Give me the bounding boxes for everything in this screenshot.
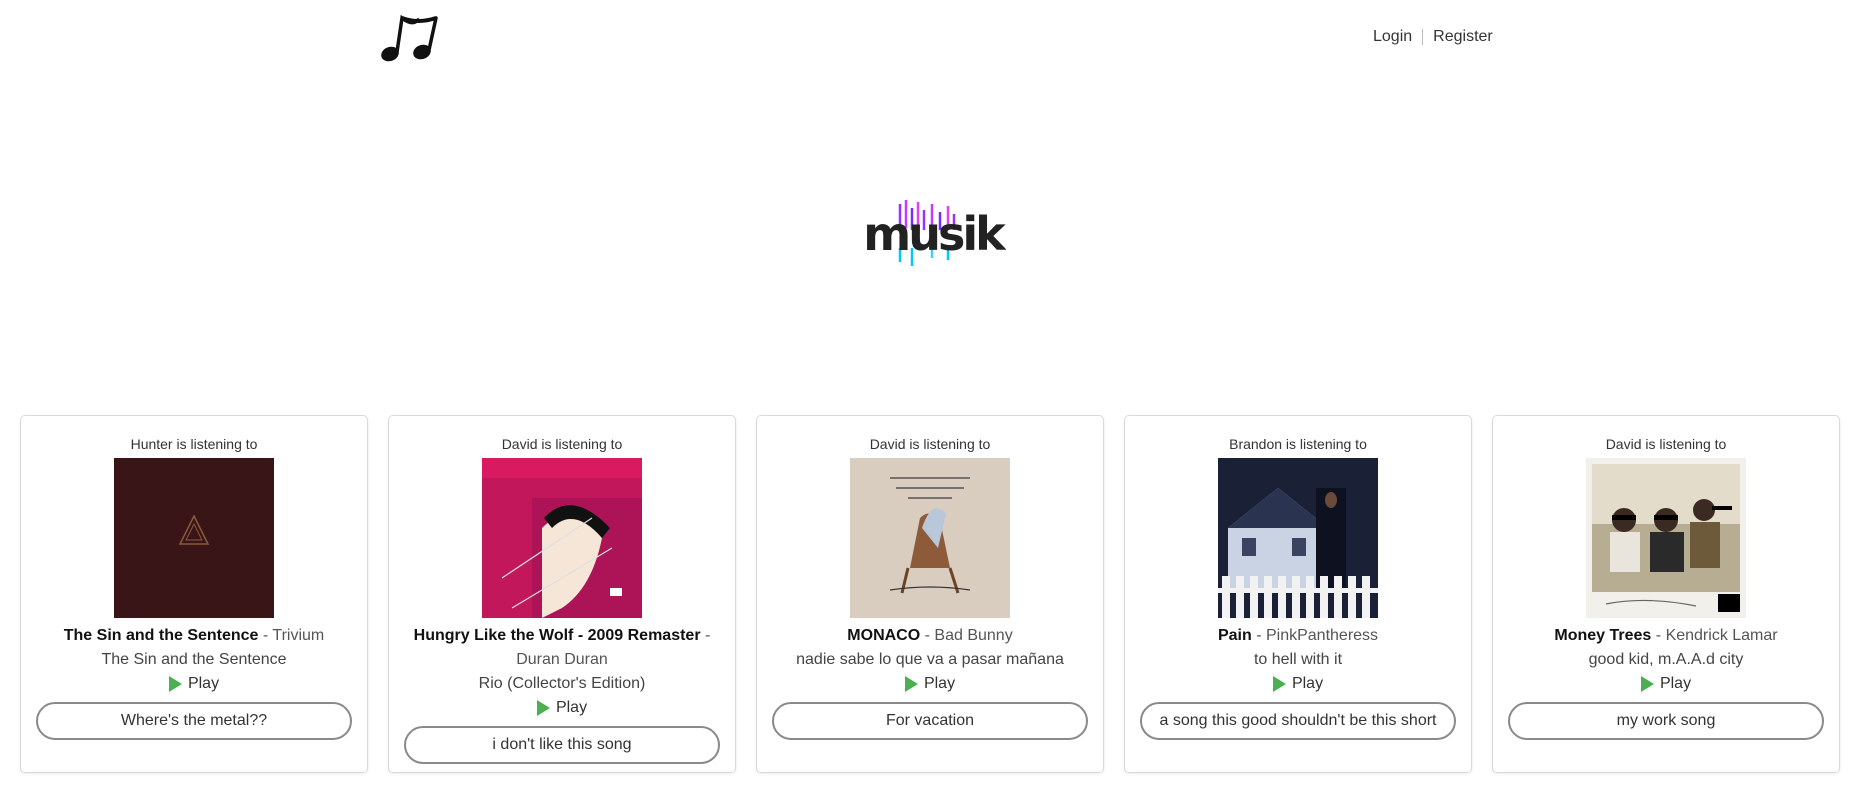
play-label: Play: [1659, 675, 1692, 692]
play-icon: [536, 700, 550, 716]
play-button[interactable]: Play: [168, 672, 220, 696]
play-icon: [168, 676, 182, 692]
song-title: MONACO: [847, 627, 921, 644]
login-link[interactable]: Login: [1373, 28, 1412, 46]
artist-name: Trivium: [272, 627, 325, 644]
play-label: Play: [923, 675, 956, 692]
song-title: Pain: [1217, 627, 1252, 644]
listening-user: David is listening to: [869, 436, 991, 452]
play-button[interactable]: Play: [1272, 672, 1324, 696]
play-button[interactable]: Play: [536, 696, 588, 720]
feed-cards: Hunter is listening to The Sin and the S…: [20, 415, 1842, 775]
album-cover: [850, 458, 1010, 618]
album-cover: [1218, 458, 1378, 618]
listening-card: David is listening to Money Trees - Kend…: [1492, 415, 1840, 773]
album-cover: [1586, 458, 1746, 618]
album-name: nadie sabe lo que va a pasar mañana: [796, 651, 1064, 668]
play-label: Play: [1291, 675, 1324, 692]
brand-name: musik: [863, 207, 1006, 261]
play-button[interactable]: Play: [1640, 672, 1692, 696]
play-label: Play: [555, 699, 588, 716]
artist-name: Kendrick Lamar: [1665, 627, 1778, 644]
musik-logo: musik: [863, 200, 1006, 266]
auth-links: Login Register: [1373, 28, 1493, 46]
listening-user: Brandon is listening to: [1229, 436, 1367, 452]
album-name: good kid, m.A.A.d city: [1588, 651, 1744, 668]
play-icon: [1272, 676, 1286, 692]
listening-card: Brandon is listening to Pain - PinkPanth…: [1124, 415, 1472, 773]
play-icon: [904, 676, 918, 692]
album-cover: [482, 458, 642, 618]
listening-user: Hunter is listening to: [130, 436, 258, 452]
comment-pill[interactable]: Where's the metal??: [36, 702, 352, 740]
listening-user: David is listening to: [501, 436, 623, 452]
register-link[interactable]: Register: [1433, 28, 1493, 46]
play-icon: [1640, 676, 1654, 692]
song-title: Money Trees: [1554, 627, 1652, 644]
music-notes-icon[interactable]: [378, 12, 446, 64]
album-name: to hell with it: [1253, 651, 1343, 668]
comment-pill[interactable]: my work song: [1508, 702, 1824, 740]
play-button[interactable]: Play: [904, 672, 956, 696]
listening-user: David is listening to: [1605, 436, 1727, 452]
listening-card: David is listening to Hungry Like the Wo…: [388, 415, 736, 773]
listening-card: David is listening to MONACO - Bad Bunny…: [756, 415, 1104, 773]
artist-name: PinkPantheress: [1265, 627, 1379, 644]
listening-card: Hunter is listening to The Sin and the S…: [20, 415, 368, 773]
play-label: Play: [187, 675, 220, 692]
song-title: The Sin and the Sentence: [63, 627, 259, 644]
divider: [1422, 29, 1424, 45]
song-title: Hungry Like the Wolf - 2009 Remaster: [413, 627, 701, 644]
comment-pill[interactable]: i don't like this song: [404, 726, 720, 764]
comment-pill[interactable]: a song this good shouldn't be this short: [1140, 702, 1456, 740]
artist-name: Bad Bunny: [934, 627, 1013, 644]
album-cover: [114, 458, 274, 618]
album-name: Rio (Collector's Edition): [478, 675, 646, 692]
comment-pill[interactable]: For vacation: [772, 702, 1088, 740]
album-name: The Sin and the Sentence: [101, 651, 287, 668]
artist-name: Duran Duran: [516, 651, 608, 668]
